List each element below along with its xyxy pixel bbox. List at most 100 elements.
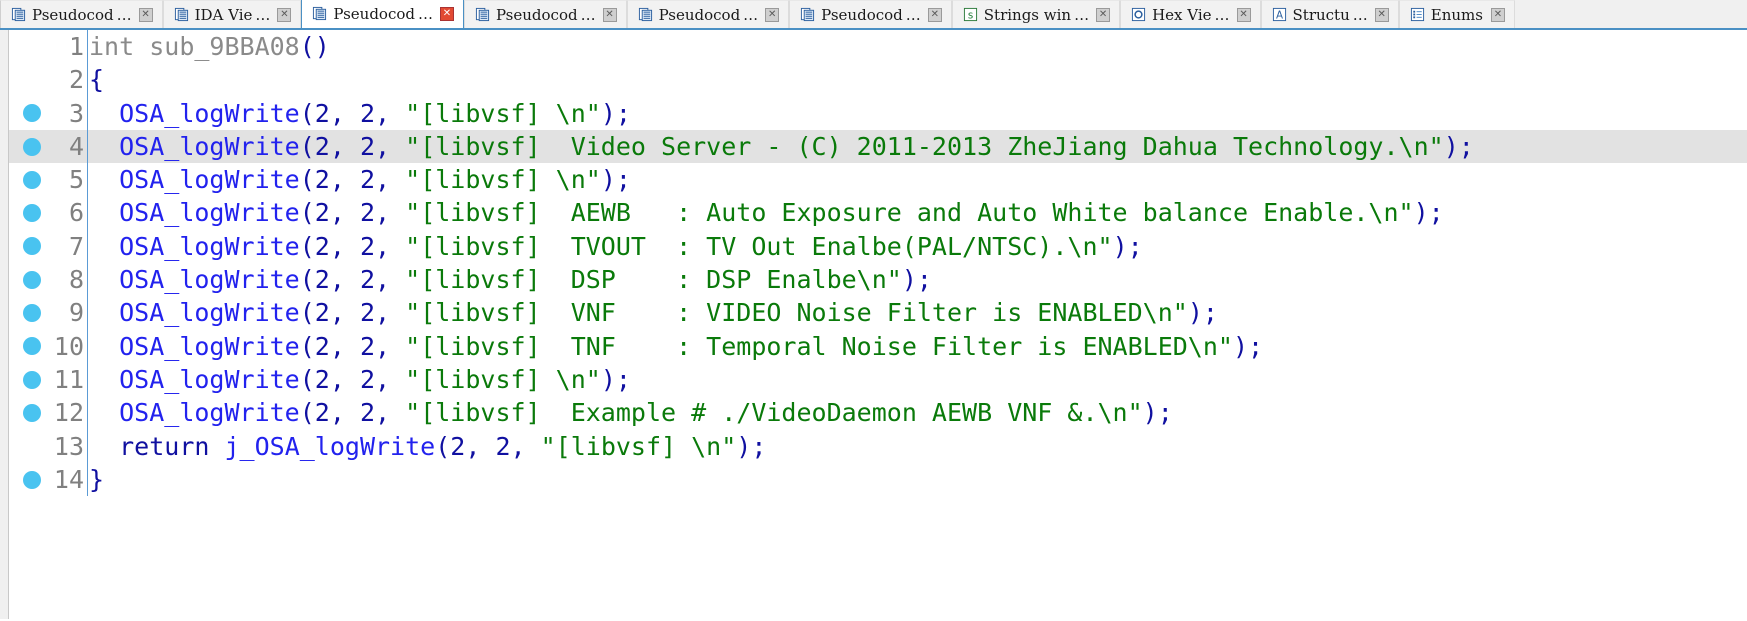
code-token-num: 2 <box>359 165 376 195</box>
tab-label: Strings win <box>983 5 1072 24</box>
code-line-text: } <box>89 463 104 496</box>
tab-truncation-ellipsis: … <box>905 5 921 24</box>
code-scroll-container[interactable]: 1 int sub_9BBA08() 2{3 OSA_logWrite(2, 2, … <box>9 30 1747 621</box>
code-token-str: "[libvsf] TNF : Temporal Noise Filter is… <box>405 331 1233 361</box>
tab-pseudocod-2[interactable]: Pseudocod… ✕ <box>301 0 464 28</box>
pseudocode-icon <box>313 6 327 21</box>
tab-pseudocod-4[interactable]: Pseudocod… ✕ <box>626 0 790 28</box>
code-token-punct: , <box>329 298 360 328</box>
close-icon[interactable]: ✕ <box>602 7 617 22</box>
code-token-punct: ); <box>1187 298 1218 328</box>
pseudocode-view: 1 int sub_9BBA08() 2{3 OSA_logWrite(2, 2, … <box>0 30 1747 621</box>
code-token-punct: , <box>375 165 406 195</box>
tab-label: Pseudocod <box>333 4 415 23</box>
tab-strings-win-6[interactable]: s Strings win… ✕ <box>951 0 1121 28</box>
code-token-str: "[libvsf] \n" <box>405 165 601 195</box>
tab-label: Structu <box>1292 5 1350 24</box>
ida-view-icon <box>174 7 188 22</box>
code-token-punct: ( <box>299 398 315 428</box>
line-number: 4 <box>68 131 84 161</box>
tab-truncation-ellipsis: … <box>255 5 270 24</box>
line-number: 7 <box>68 231 84 261</box>
code-token-punct: ( <box>299 298 315 328</box>
tab-hex-vie-7[interactable]: Hex Vie… ✕ <box>1120 0 1261 28</box>
code-token-num: 2 <box>314 165 330 195</box>
code-token-punct <box>89 232 119 261</box>
code-token-punct: , <box>329 98 360 128</box>
code-token-call: OSA_logWrite <box>119 265 300 295</box>
code-token-call: OSA_logWrite <box>119 165 300 195</box>
code-line[interactable]: 4 OSA_logWrite(2, 2, "[libvsf] Video Ser… <box>9 129 1747 164</box>
code-token-punct: , <box>375 331 406 361</box>
code-token-call: OSA_logWrite <box>119 398 300 428</box>
close-icon[interactable]: ✕ <box>1236 7 1251 22</box>
code-token-punct: , <box>375 265 406 295</box>
code-token-punct: () <box>299 32 330 61</box>
tab-pseudocod-5[interactable]: Pseudocod… ✕ <box>789 0 952 28</box>
pseudocode-icon <box>638 7 652 22</box>
tab-label: Pseudocod <box>658 5 741 24</box>
tab-pseudocod-0[interactable]: Pseudocod… ✕ <box>0 0 163 28</box>
code-line[interactable]: 12 OSA_logWrite(2, 2, "[libvsf] Example … <box>9 396 1747 430</box>
code-line[interactable]: 5 OSA_logWrite(2, 2, "[libvsf] \n"); <box>9 163 1747 197</box>
code-token-punct: , <box>375 131 406 161</box>
code-token-str: "[libvsf] \n" <box>540 431 737 461</box>
gutter-divider <box>87 263 88 297</box>
code-line[interactable]: 2{ <box>9 63 1747 97</box>
close-icon[interactable]: ✕ <box>927 7 942 22</box>
code-line[interactable]: 1 int sub_9BBA08() <box>9 30 1747 64</box>
tab-structu-8[interactable]: A Structu… ✕ <box>1260 0 1399 28</box>
code-line[interactable]: 9 OSA_logWrite(2, 2, "[libvsf] VNF : VID… <box>9 296 1747 330</box>
line-number: 6 <box>68 198 84 228</box>
code-line[interactable]: 3 OSA_logWrite(2, 2, "[libvsf] \n"); <box>9 96 1747 130</box>
code-token-punct: , <box>510 431 541 461</box>
code-line-text: OSA_logWrite(2, 2, "[libvsf] Example # .… <box>89 396 1173 429</box>
code-token-punct: , <box>465 431 496 461</box>
code-line[interactable]: 11 OSA_logWrite(2, 2, "[libvsf] \n"); <box>9 362 1747 397</box>
code-token-type: int <box>89 32 150 61</box>
code-token-punct <box>89 398 119 427</box>
code-token-punct <box>89 332 119 361</box>
code-line-text: OSA_logWrite(2, 2, "[libvsf] \n"); <box>89 163 631 196</box>
code-line[interactable]: 7 OSA_logWrite(2, 2, "[libvsf] TVOUT : T… <box>9 229 1747 264</box>
code-token-fnname: sub_9BBA08 <box>149 32 300 61</box>
close-icon[interactable]: ✕ <box>439 6 454 21</box>
close-icon[interactable]: ✕ <box>1096 7 1111 22</box>
close-icon[interactable]: ✕ <box>1490 7 1505 22</box>
code-token-punct: ); <box>1443 131 1474 161</box>
code-token-call: OSA_logWrite <box>119 364 300 394</box>
code-token-punct: { <box>89 65 105 95</box>
code-token-call: j_OSA_logWrite <box>224 431 436 461</box>
close-icon[interactable]: ✕ <box>1374 7 1389 22</box>
code-token-punct <box>89 198 119 227</box>
code-token-punct <box>209 432 224 461</box>
code-line-text: OSA_logWrite(2, 2, "[libvsf] \n"); <box>89 363 631 396</box>
code-token-call: OSA_logWrite <box>119 231 300 261</box>
code-line[interactable]: 14} <box>9 462 1747 497</box>
line-number: 14 <box>53 464 84 494</box>
tab-enums-9[interactable]: Enums ✕ <box>1398 0 1515 28</box>
code-line[interactable]: 13 return j_OSA_logWrite(2, 2, "[libvsf]… <box>9 429 1747 463</box>
code-token-call: OSA_logWrite <box>119 98 300 128</box>
code-line[interactable]: 8 OSA_logWrite(2, 2, "[libvsf] DSP : DSP… <box>9 263 1747 297</box>
code-token-num: 2 <box>359 265 376 295</box>
close-icon[interactable]: ✕ <box>138 7 153 22</box>
code-token-str: "[libvsf] \n" <box>405 364 601 394</box>
line-number: 5 <box>68 165 84 195</box>
code-token-punct: , <box>329 131 360 161</box>
svg-text:s: s <box>968 9 973 21</box>
close-icon[interactable]: ✕ <box>277 7 292 22</box>
close-icon[interactable]: ✕ <box>765 7 780 22</box>
code-line-text: OSA_logWrite(2, 2, "[libvsf] TVOUT : TV … <box>89 230 1143 263</box>
code-token-str: "[libvsf] DSP : DSP Enalbe\n" <box>405 265 902 295</box>
tab-ida-vie-1[interactable]: IDA Vie… ✕ <box>162 0 302 28</box>
code-token-punct: , <box>329 398 360 428</box>
code-line[interactable]: 6 OSA_logWrite(2, 2, "[libvsf] AEWB : Au… <box>9 196 1747 230</box>
code-line[interactable]: 10 OSA_logWrite(2, 2, "[libvsf] TNF : Te… <box>9 329 1747 363</box>
code-token-punct: ); <box>901 265 932 295</box>
code-token-num: 2 <box>359 331 376 361</box>
line-number: 10 <box>53 331 84 361</box>
code-token-str: "[libvsf] Video Server - (C) 2011-2013 Z… <box>405 131 1444 161</box>
tab-pseudocod-3[interactable]: Pseudocod… ✕ <box>463 0 627 28</box>
code-token-num: 2 <box>314 98 330 128</box>
